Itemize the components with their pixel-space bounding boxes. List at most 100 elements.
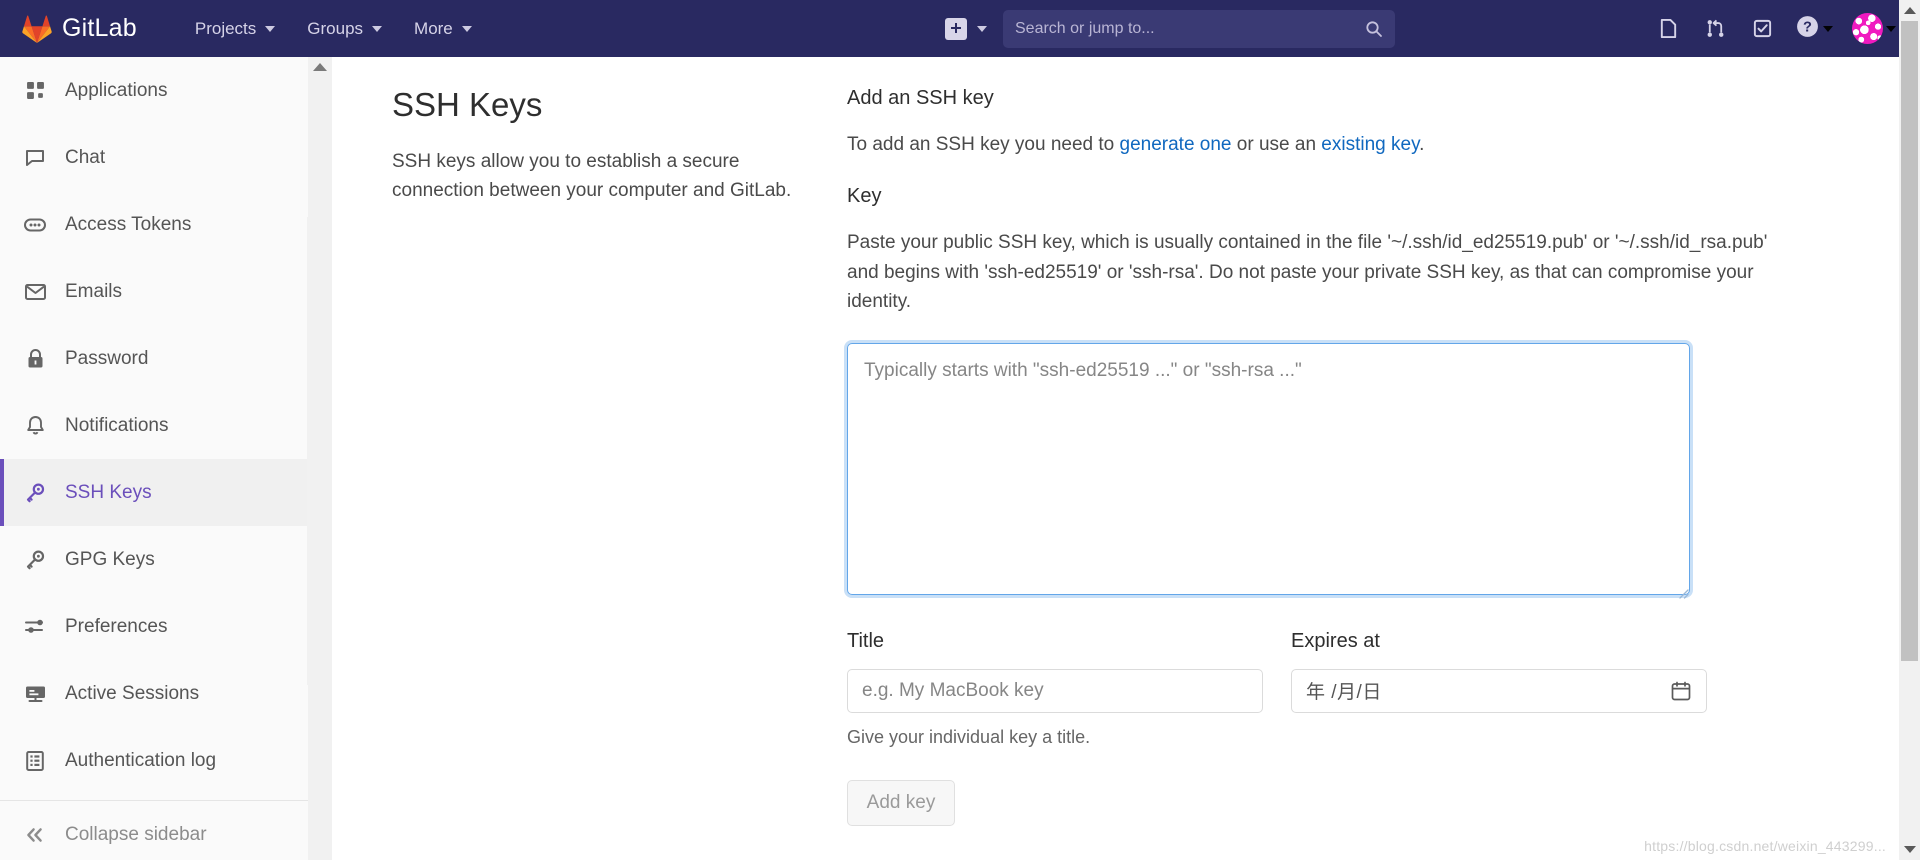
sidebar-item-label: Chat: [65, 147, 105, 169]
lock-icon: [24, 348, 46, 370]
applications-grid-icon: [24, 80, 46, 102]
form-intro-text: To add an SSH key you need to generate o…: [847, 130, 1792, 159]
sidebar-item-label: Active Sessions: [65, 683, 199, 705]
collapse-sidebar-label: Collapse sidebar: [65, 824, 207, 846]
search-input[interactable]: Search or jump to...: [1003, 10, 1395, 48]
merge-requests-icon[interactable]: [1695, 9, 1735, 49]
sidebar-item-access-tokens[interactable]: Access Tokens: [0, 191, 329, 258]
chevron-down-icon: [1823, 26, 1833, 32]
sidebar-item-label: Password: [65, 348, 148, 370]
expires-field-group: Expires at 年 /月/日: [1291, 630, 1707, 713]
chevron-down-icon: [1886, 26, 1896, 32]
chevron-down-icon: [372, 26, 382, 32]
sidebar-item-ssh-keys[interactable]: SSH Keys: [0, 459, 329, 526]
sidebar-item-label: Notifications: [65, 415, 169, 437]
sidebar-item-label: Emails: [65, 281, 122, 303]
sidebar-item-label: Applications: [65, 80, 167, 102]
expires-date-value: 年 /月/日: [1306, 677, 1382, 704]
chevron-up-icon: [1904, 7, 1916, 14]
generate-one-link[interactable]: generate one: [1120, 134, 1232, 155]
nav-item-groups-label: Groups: [307, 19, 363, 39]
key-field-help: Paste your public SSH key, which is usua…: [847, 228, 1792, 316]
nav-item-groups[interactable]: Groups: [293, 11, 396, 47]
intro-prefix: To add an SSH key you need to: [847, 134, 1120, 155]
nav-item-projects[interactable]: Projects: [181, 11, 289, 47]
intro-middle: or use an: [1232, 134, 1322, 155]
sidebar-item-active-sessions[interactable]: Active Sessions: [0, 660, 329, 727]
settings-description-column: SSH Keys SSH keys allow you to establish…: [392, 85, 847, 826]
sidebar-item-chat[interactable]: Chat: [0, 124, 329, 191]
expires-field-label: Expires at: [1291, 630, 1707, 653]
create-new-button[interactable]: [945, 18, 967, 40]
issues-icon[interactable]: [1648, 9, 1688, 49]
todos-icon[interactable]: [1742, 9, 1782, 49]
title-field-group: Title: [847, 630, 1263, 713]
watermark-text: https://blog.csdn.net/weixin_443299...: [1644, 838, 1886, 854]
title-field-label: Title: [847, 630, 1263, 653]
title-expiry-row: Title Expires at 年 /月/日: [847, 630, 1792, 713]
avatar: [1852, 13, 1883, 44]
navbar-right: ?: [1648, 9, 1902, 49]
sidebar-item-emails[interactable]: Emails: [0, 258, 329, 325]
sidebar-item-label: GPG Keys: [65, 549, 155, 571]
nav-links: Projects Groups More: [181, 11, 486, 47]
calendar-icon[interactable]: [1670, 680, 1692, 702]
search-placeholder: Search or jump to...: [1015, 20, 1365, 38]
sidebar-item-authentication-log[interactable]: Authentication log: [0, 727, 329, 794]
chevron-double-left-icon: [24, 824, 46, 846]
sidebar-item-label: Access Tokens: [65, 214, 191, 236]
add-ssh-key-form: Add an SSH key To add an SSH key you nee…: [847, 85, 1792, 826]
ssh-key-textarea[interactable]: [847, 343, 1690, 595]
scrollbar-down-button[interactable]: [1899, 839, 1920, 860]
key-icon: [24, 549, 46, 571]
chevron-down-icon: [265, 26, 275, 32]
sidebar-item-label: SSH Keys: [65, 482, 152, 504]
main-content: SSH Keys SSH keys allow you to establish…: [332, 57, 1900, 860]
expires-date-input[interactable]: 年 /月/日: [1291, 669, 1707, 713]
search-icon: [1365, 20, 1383, 38]
key-field-label: Key: [847, 185, 1792, 208]
help-menu[interactable]: ?: [1789, 10, 1839, 48]
title-input[interactable]: [847, 669, 1263, 713]
key-textarea-wrapper: [847, 343, 1690, 600]
chat-bubble-icon: [24, 147, 46, 169]
window-scrollbar[interactable]: [1899, 0, 1920, 860]
gitlab-tanuki-icon: [22, 15, 52, 43]
user-menu[interactable]: [1846, 9, 1902, 48]
key-icon: [24, 482, 46, 504]
access-token-icon: [24, 214, 46, 236]
chevron-down-icon: [1904, 846, 1916, 853]
sidebar-item-preferences[interactable]: Preferences: [0, 593, 329, 660]
sidebar-item-gpg-keys[interactable]: GPG Keys: [0, 526, 329, 593]
content-scrollbar-track[interactable]: [308, 57, 332, 860]
sidebar-item-label: Preferences: [65, 616, 167, 638]
svg-text:?: ?: [1803, 19, 1812, 35]
nav-item-more-label: More: [414, 19, 453, 39]
existing-key-link[interactable]: existing key: [1321, 134, 1419, 155]
page-title: SSH Keys: [392, 85, 817, 125]
scroll-up-arrow-icon[interactable]: [313, 63, 327, 71]
brand-name: GitLab: [62, 14, 137, 43]
scrollbar-thumb[interactable]: [1901, 21, 1918, 661]
settings-sidebar: Applications Chat Access Tokens: [0, 57, 330, 860]
bell-icon: [24, 415, 46, 437]
page-description: SSH keys allow you to establish a secure…: [392, 147, 817, 206]
gitlab-home-link[interactable]: GitLab: [0, 14, 137, 43]
collapse-sidebar-button[interactable]: Collapse sidebar: [0, 801, 329, 868]
chevron-down-icon: [462, 26, 472, 32]
envelope-icon: [24, 281, 46, 303]
navbar-center: Search or jump to...: [945, 10, 1395, 48]
monitor-icon: [24, 683, 46, 705]
sidebar-item-applications[interactable]: Applications: [0, 57, 329, 124]
title-help-text: Give your individual key a title.: [847, 727, 1792, 748]
add-key-button[interactable]: Add key: [847, 780, 955, 826]
chevron-down-icon[interactable]: [977, 26, 987, 32]
sidebar-item-notifications[interactable]: Notifications: [0, 392, 329, 459]
log-list-icon: [24, 750, 46, 772]
scrollbar-up-button[interactable]: [1899, 0, 1920, 21]
nav-item-projects-label: Projects: [195, 19, 256, 39]
intro-suffix: .: [1419, 134, 1424, 155]
nav-item-more[interactable]: More: [400, 11, 486, 47]
sidebar-item-password[interactable]: Password: [0, 325, 329, 392]
form-section-title: Add an SSH key: [847, 87, 1792, 110]
